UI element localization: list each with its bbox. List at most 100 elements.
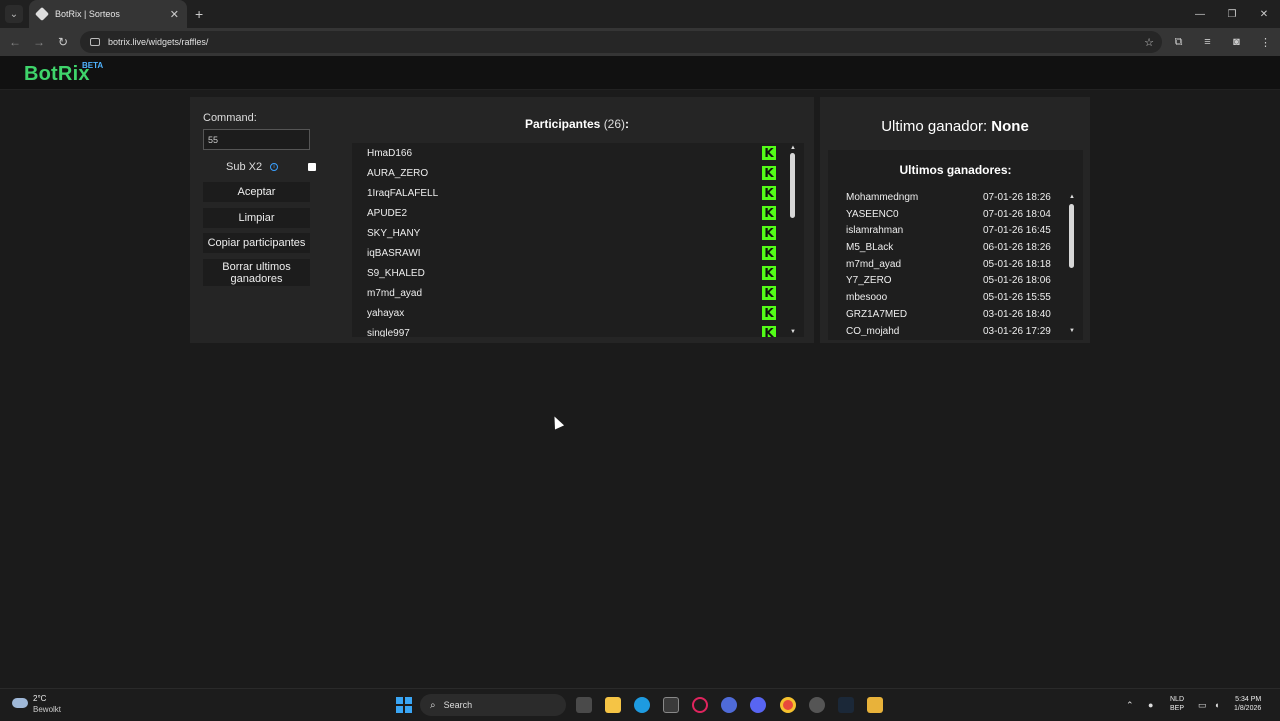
chrome-icon[interactable]: [780, 697, 796, 713]
restore-icon[interactable]: ❐: [1216, 0, 1248, 28]
recent-winners-box: Ultimos ganadores: Mohammedngm 07-01-26 1…: [828, 150, 1083, 340]
participant-row: 1IraqFALAFELL K: [352, 183, 804, 203]
scrollbar-thumb[interactable]: [1069, 204, 1074, 268]
media-icon[interactable]: ≡: [1193, 36, 1222, 48]
lang-code: NLD: [1170, 696, 1185, 703]
beta-badge: BETA: [82, 61, 104, 70]
scrollbar-thumb[interactable]: [790, 153, 795, 218]
recent-winners-list[interactable]: Mohammedngm 07-01-26 18:26 YASEENC0 07-01-2…: [828, 192, 1083, 336]
profile-icon[interactable]: ◙: [1222, 36, 1251, 48]
botrix-logo[interactable]: BotRix: [24, 63, 90, 86]
kick-icon: K: [762, 146, 776, 160]
participants-list[interactable]: HmaD166 K AURA_ZERO K 1IraqFALAFELL K APUDE2 K S…: [352, 143, 804, 337]
task-view-icon[interactable]: [576, 697, 592, 713]
kick-icon: K: [762, 246, 776, 260]
window-controls: — ❐ ✕: [1184, 0, 1280, 28]
winner-row: Y7_ZERO 05-01-26 18:06: [828, 275, 1083, 292]
clear-button[interactable]: Limpiar: [203, 208, 310, 228]
recent-winners-title: Ultimos ganadores:: [899, 163, 1012, 177]
network-icon[interactable]: ▭: [1198, 689, 1207, 721]
scroll-down-icon[interactable]: ▼: [790, 329, 796, 335]
cloud-icon[interactable]: [12, 698, 28, 708]
delete-winners-button[interactable]: Borrar ultimos ganadores: [203, 259, 310, 286]
forward-icon[interactable]: →: [27, 35, 51, 49]
discord-icon[interactable]: [750, 697, 766, 713]
minimize-icon[interactable]: —: [1184, 0, 1216, 28]
tab-title: BotRix | Sorteos: [55, 9, 120, 19]
winner-name: M5_BLack: [846, 242, 894, 254]
winners-panel: Ultimo ganador: None Ultimos ganadores: …: [820, 97, 1090, 343]
scroll-up-icon[interactable]: ▲: [790, 145, 796, 151]
bookmark-star-icon[interactable]: ☆: [1144, 36, 1154, 49]
participant-row: iqBASRAWI K: [352, 243, 804, 263]
browser-tab-bar: ⌄ BotRix | Sorteos ✕ + — ❐ ✕: [0, 0, 1280, 28]
reload-icon[interactable]: ↻: [51, 35, 75, 49]
close-window-icon[interactable]: ✕: [1248, 0, 1280, 28]
winner-date: 07-01-26 16:45: [983, 225, 1051, 237]
participants-scrollbar[interactable]: ▲ ▼: [790, 143, 796, 337]
winner-name: mbesooo: [846, 292, 888, 304]
windows-start-icon[interactable]: [396, 697, 412, 713]
file-explorer-icon[interactable]: [605, 697, 621, 713]
participant-row: SKY_HANY K: [352, 223, 804, 243]
sub-x2-label: Sub X2: [226, 161, 263, 173]
tray-chevron-icon[interactable]: ⌃: [1126, 689, 1134, 721]
participant-row: single997 K: [352, 323, 804, 337]
scroll-up-icon[interactable]: ▲: [1069, 194, 1075, 200]
sub-x2-checkbox[interactable]: [308, 163, 316, 171]
clock[interactable]: 5:34 PM 1/8/2026: [1234, 695, 1261, 713]
info-icon[interactable]: i: [270, 163, 278, 171]
tab-close-icon[interactable]: ✕: [170, 8, 179, 21]
menu-icon[interactable]: ⋮: [1251, 36, 1280, 49]
command-input[interactable]: [203, 129, 310, 150]
store-icon[interactable]: [663, 697, 679, 713]
winner-row: M5_BLack 06-01-26 18:26: [828, 242, 1083, 259]
tab-search-icon[interactable]: ⌄: [5, 5, 23, 23]
url-text: botrix.live/widgets/raffles/: [108, 37, 209, 47]
accept-button[interactable]: Aceptar: [203, 182, 310, 202]
back-icon[interactable]: ←: [3, 35, 27, 49]
participant-row: yahayax K: [352, 303, 804, 323]
extensions-icon[interactable]: ⧉: [1164, 36, 1193, 49]
volume-icon[interactable]: ◖: [1214, 689, 1219, 721]
search-text: Search: [443, 700, 473, 710]
kick-icon: K: [762, 286, 776, 300]
participant-name: AURA_ZERO: [367, 167, 429, 179]
winner-name: m7md_ayad: [846, 258, 902, 270]
participant-name: iqBASRAWI: [367, 247, 421, 259]
app-icon[interactable]: [721, 697, 737, 713]
winner-date: 05-01-26 18:06: [983, 275, 1051, 287]
taskbar-search[interactable]: ⌕ Search: [420, 694, 566, 716]
steam-icon[interactable]: [838, 697, 854, 713]
new-tab-button[interactable]: +: [195, 6, 203, 22]
browser-tab[interactable]: BotRix | Sorteos ✕: [29, 0, 187, 28]
winner-date: 03-01-26 18:40: [983, 308, 1051, 320]
app-2-icon[interactable]: [867, 697, 883, 713]
winner-row: YASEENC0 07-01-26 18:04: [828, 209, 1083, 226]
language-indicator[interactable]: NLD BEP: [1170, 695, 1184, 713]
copy-participants-button[interactable]: Copiar participantes: [203, 233, 310, 253]
site-info-icon[interactable]: [90, 38, 100, 46]
browser-toolbar: ⧉ ≡ ◙ ⋮: [1164, 28, 1280, 56]
kick-icon: K: [762, 206, 776, 220]
opera-icon[interactable]: [692, 697, 708, 713]
participants-label: Participantes: [524, 117, 601, 131]
botrix-favicon-icon: [34, 6, 50, 22]
participant-row: APUDE2 K: [352, 203, 804, 223]
mic-icon[interactable]: ●: [1148, 689, 1153, 721]
winner-row: CO_mojahd 03-01-26 17:29: [828, 326, 1083, 337]
weather-temp: 2°C: [33, 694, 47, 703]
edge-icon[interactable]: [634, 697, 650, 713]
obs-icon[interactable]: [809, 697, 825, 713]
clock-time: 5:34 PM: [1235, 696, 1262, 703]
participant-row: m7md_ayad K: [352, 283, 804, 303]
raffle-panel: Command: Sub X2 i Aceptar Limpiar Copiar…: [190, 97, 814, 343]
winners-scrollbar[interactable]: ▲ ▼: [1069, 192, 1075, 336]
participant-row: AURA_ZERO K: [352, 163, 804, 183]
command-label: Command:: [203, 112, 257, 124]
url-field[interactable]: botrix.live/widgets/raffles/ ☆: [80, 31, 1162, 53]
winner-date: 05-01-26 15:55: [983, 292, 1051, 304]
scroll-down-icon[interactable]: ▼: [1069, 328, 1075, 334]
participant-name: S9_KHALED: [367, 267, 425, 279]
winner-name: CO_mojahd: [846, 325, 900, 337]
